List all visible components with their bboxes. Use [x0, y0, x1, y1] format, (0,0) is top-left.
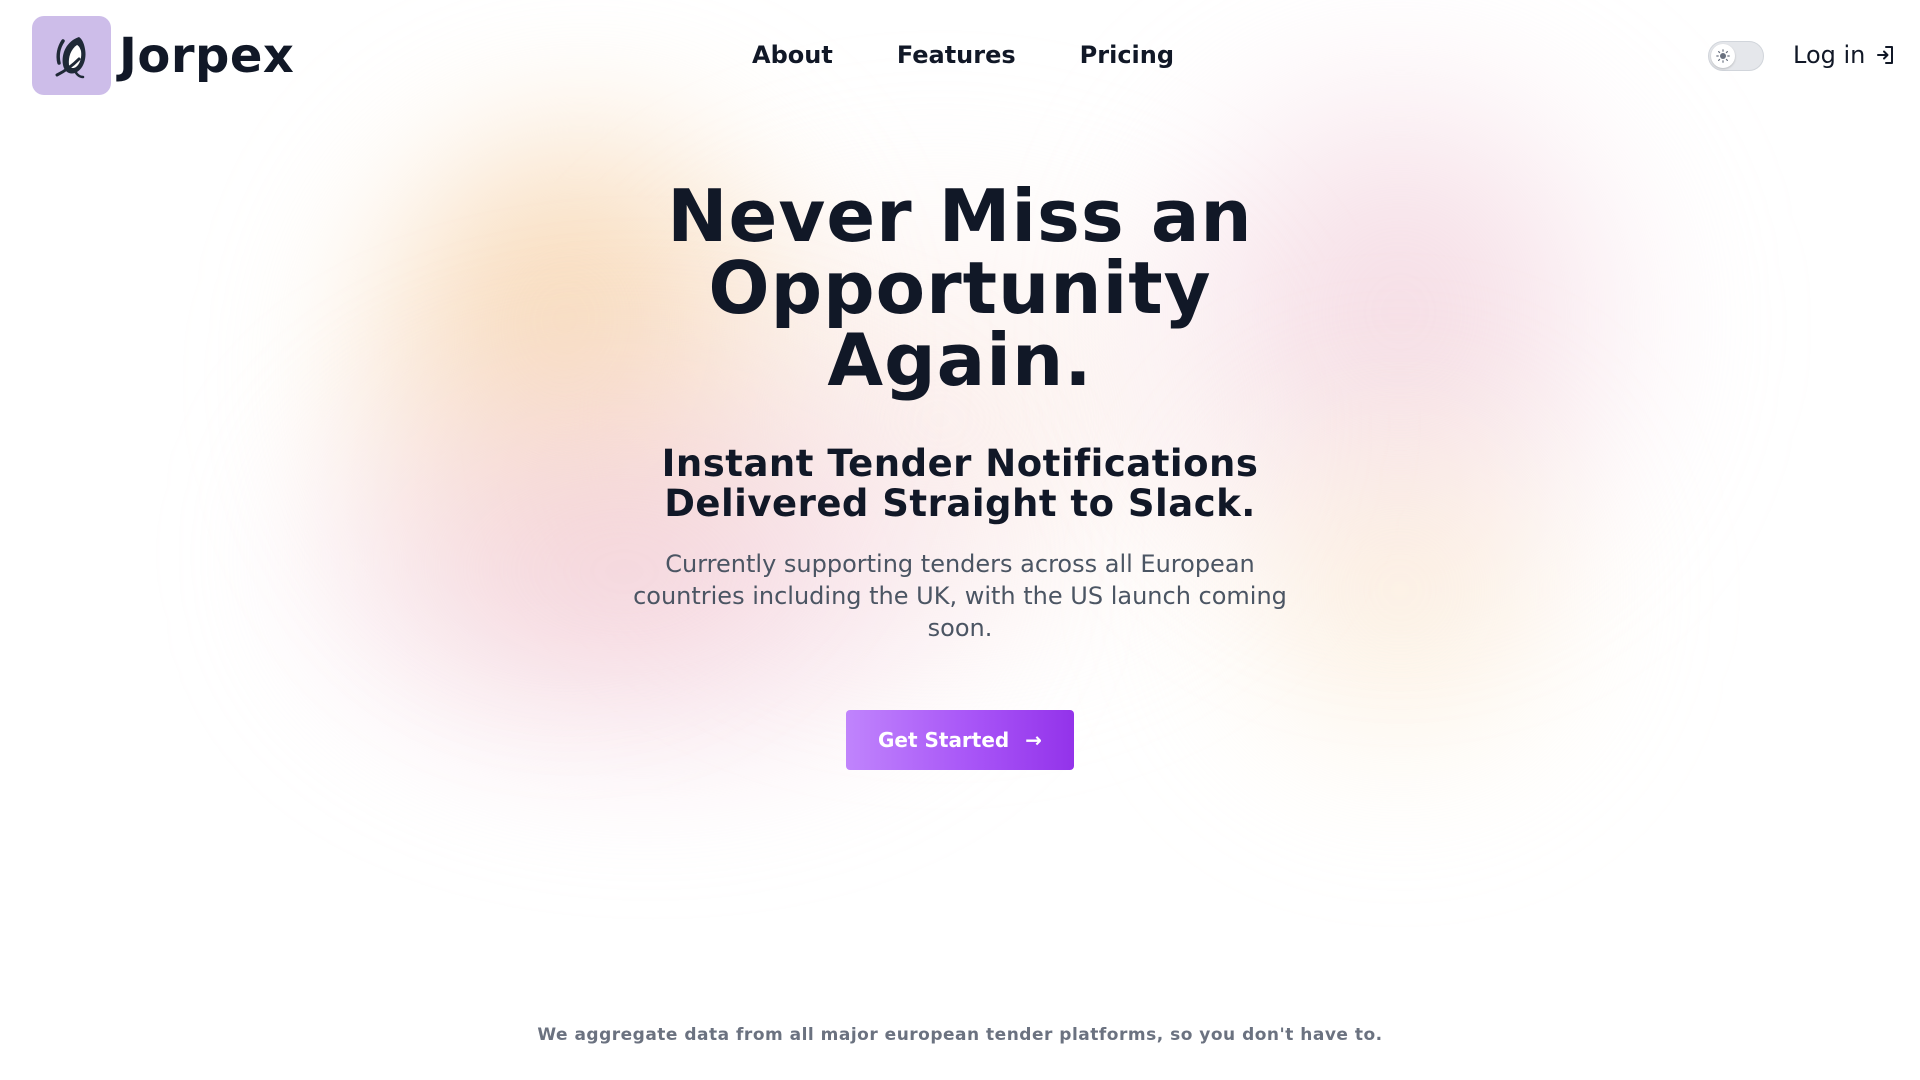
hero-description: Currently supporting tenders across all …: [633, 550, 1287, 642]
theme-toggle[interactable]: [1708, 41, 1764, 71]
nav-link-about[interactable]: About: [752, 38, 833, 72]
hero-title-line: Again.: [827, 318, 1093, 402]
nav-link-pricing[interactable]: Pricing: [1080, 38, 1174, 72]
hero-title-line: Opportunity: [708, 246, 1212, 330]
main-nav: About Features Pricing: [752, 38, 1174, 72]
logo: [32, 16, 111, 95]
hero-subtitle-line: Delivered Straight to Slack.: [664, 482, 1256, 525]
quill-feather-icon: [55, 36, 86, 78]
arrow-right-icon: →: [1025, 728, 1043, 752]
nav-link-features[interactable]: Features: [897, 38, 1016, 72]
toggle-knob: [1711, 44, 1735, 68]
hero-subtitle: Instant Tender Notifications Delivered S…: [560, 444, 1360, 524]
log-in-icon: [1875, 44, 1895, 66]
brand-name: Jorpex: [119, 27, 295, 84]
login-link[interactable]: Log in: [1793, 38, 1895, 72]
hero-subtitle-line: Instant Tender Notifications: [661, 442, 1259, 485]
landing-page: Jorpex About Features Pricing Log in Nev…: [0, 0, 1920, 1080]
sun-icon: [1716, 49, 1730, 63]
hero-section: Never Miss an Opportunity Again. Instant…: [560, 180, 1360, 770]
brand-home-link[interactable]: Jorpex: [32, 16, 294, 95]
aggregation-note: We aggregate data from all major europea…: [537, 1025, 1383, 1045]
login-label: Log in: [1793, 41, 1866, 69]
hero-title-line: Never Miss an: [667, 174, 1253, 258]
get-started-button[interactable]: Get Started →: [846, 710, 1074, 770]
hero-title: Never Miss an Opportunity Again.: [560, 180, 1360, 396]
site-header: Jorpex About Features Pricing Log in: [0, 0, 1920, 112]
get-started-label: Get Started: [877, 728, 1010, 752]
